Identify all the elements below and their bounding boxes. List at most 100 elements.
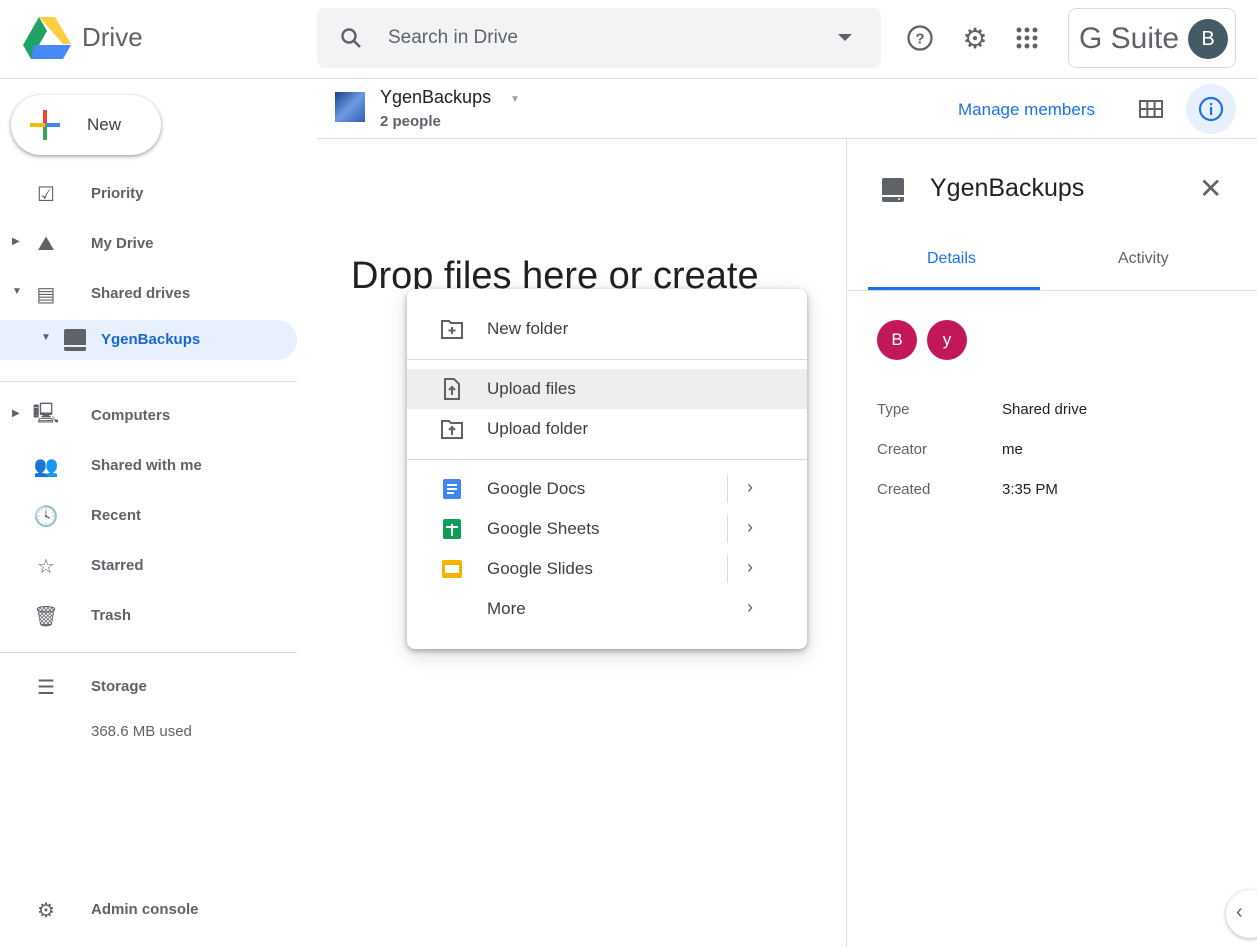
menu-item-label: Google Sheets [487, 519, 600, 538]
menu-item-label: Upload files [487, 379, 576, 398]
computers-icon: 🖳 [32, 403, 60, 425]
drive-menu-arrow-icon[interactable]: ▼ [510, 94, 520, 105]
gsuite-logo: G Suite [1079, 22, 1180, 55]
sidebar-divider [0, 381, 297, 382]
sidebar-item-computers[interactable]: ▶ 🖳 Computers [0, 396, 297, 436]
member-avatar[interactable]: y [927, 320, 967, 360]
sidebar-item-label: Recent [91, 507, 142, 524]
tab-label: Activity [1118, 250, 1169, 267]
search-icon[interactable] [337, 24, 365, 52]
menu-item-new-folder[interactable]: New folder [407, 309, 807, 349]
sidebar-item-storage[interactable]: ☰ Storage [0, 667, 297, 707]
sidebar-item-label: My Drive [91, 235, 154, 252]
tab-label: Details [927, 250, 976, 267]
svg-text:?: ? [915, 31, 924, 48]
sidebar-item-admin-console[interactable]: ⚙ Admin console [0, 890, 297, 930]
menu-item-upload-files[interactable]: Upload files [407, 369, 807, 409]
sidebar-item-label: Admin console [91, 901, 199, 918]
menu-item-google-sheets[interactable]: Google Sheets › [407, 509, 807, 549]
member-avatar[interactable]: B [877, 320, 917, 360]
chevron-right-icon: › [747, 477, 753, 497]
google-slides-icon [442, 560, 462, 578]
apps-grid-icon[interactable] [1013, 24, 1041, 52]
expand-arrow-icon[interactable]: ▶ [12, 408, 20, 419]
chevron-right-icon: › [747, 517, 753, 537]
storage-icon: ☰ [37, 676, 55, 699]
close-icon[interactable]: ✕ [1199, 172, 1222, 205]
collapse-arrow-icon[interactable]: ▼ [41, 332, 51, 343]
star-icon: ☆ [37, 555, 55, 578]
drive-logo-icon[interactable] [23, 17, 71, 64]
detail-value: Shared drive [1002, 401, 1088, 418]
user-avatar[interactable]: B [1188, 19, 1228, 59]
help-icon[interactable]: ? [905, 23, 935, 53]
tab-activity[interactable]: Activity [1040, 234, 1257, 290]
drive-name[interactable]: YgenBackups [380, 87, 491, 108]
shared-drive-icon [881, 177, 905, 208]
details-panel: YgenBackups ✕ Details Activity B y Type … [846, 139, 1257, 947]
menu-item-google-slides[interactable]: Google Slides › [407, 549, 807, 589]
menu-divider [407, 359, 807, 360]
sidebar-item-label: Shared with me [91, 457, 202, 474]
trash-icon: 🗑 [33, 605, 59, 628]
sidebar-item-label: Computers [91, 407, 171, 424]
shared-drives-icon: ▤ [36, 283, 56, 306]
details-title: YgenBackups [930, 174, 1085, 202]
detail-key: Creator [877, 441, 928, 458]
upload-file-icon [444, 378, 460, 400]
search-bar[interactable]: Search in Drive [317, 8, 881, 68]
manage-members-link[interactable]: Manage members [958, 100, 1095, 120]
sidebar-item-label: Priority [91, 185, 144, 202]
sidebar-item-priority[interactable]: ☑ Priority [0, 174, 297, 214]
collapse-arrow-icon[interactable]: ▼ [12, 286, 22, 297]
sidebar-item-shared-with-me[interactable]: 👥 Shared with me [0, 446, 297, 486]
menu-item-label: Google Docs [487, 479, 586, 498]
detail-value: me [1002, 441, 1023, 458]
sidebar-item-label: YgenBackups [101, 331, 201, 348]
menu-item-upload-folder[interactable]: Upload folder [407, 409, 807, 449]
plus-icon [30, 110, 60, 140]
admin-gear-icon: ⚙ [37, 899, 55, 922]
upload-folder-icon [441, 420, 463, 439]
account-button[interactable]: G Suite B [1068, 8, 1236, 68]
sidebar-item-trash[interactable]: 🗑 Trash [0, 596, 297, 636]
chevron-right-icon: › [747, 557, 753, 577]
sidebar-item-shared-drives[interactable]: ▼ ▤ Shared drives [0, 274, 297, 314]
drive-icon [62, 328, 88, 352]
priority-icon: ☑ [37, 183, 55, 206]
grid-view-icon[interactable] [1137, 95, 1165, 123]
search-placeholder: Search in Drive [388, 27, 518, 48]
sidebar-item-recent[interactable]: 🕓 Recent [0, 496, 297, 536]
sidebar-divider [0, 652, 297, 653]
my-drive-icon: ⛰ [37, 232, 55, 255]
storage-used: 368.6 MB used [91, 723, 192, 740]
chevron-right-icon: › [747, 597, 753, 617]
detail-key: Created [877, 481, 931, 498]
search-options-icon[interactable] [833, 32, 857, 44]
tab-details[interactable]: Details [868, 234, 1040, 290]
menu-divider [407, 459, 807, 460]
new-button[interactable]: New [11, 95, 161, 155]
tabs-divider [847, 290, 1257, 291]
sidebar-item-label: Shared drives [91, 285, 191, 302]
sidebar-item-label: Trash [91, 607, 132, 624]
menu-item-label: New folder [487, 319, 569, 338]
sidebar-item-my-drive[interactable]: ▶ ⛰ My Drive [0, 224, 297, 264]
sidebar-item-starred[interactable]: ☆ Starred [0, 546, 297, 586]
menu-item-more[interactable]: More › [407, 589, 807, 629]
expand-arrow-icon[interactable]: ▶ [12, 236, 20, 247]
info-icon[interactable] [1186, 84, 1236, 134]
menu-item-label: Google Slides [487, 559, 593, 578]
sidebar-item-label: Starred [91, 557, 144, 574]
google-sheets-icon [443, 519, 461, 539]
detail-key: Type [877, 401, 910, 418]
sidebar-item-label: Storage [91, 678, 147, 695]
menu-item-google-docs[interactable]: Google Docs › [407, 469, 807, 509]
drive-thumbnail [335, 92, 365, 122]
new-label: New [87, 115, 122, 134]
people-icon: 👥 [33, 455, 59, 478]
sidebar-item-ygenbackups[interactable]: ▼ YgenBackups [0, 320, 297, 360]
settings-icon[interactable]: ⚙ [960, 23, 990, 54]
detail-value: 3:35 PM [1002, 481, 1058, 498]
chevron-left-icon: ‹ [1236, 901, 1243, 923]
